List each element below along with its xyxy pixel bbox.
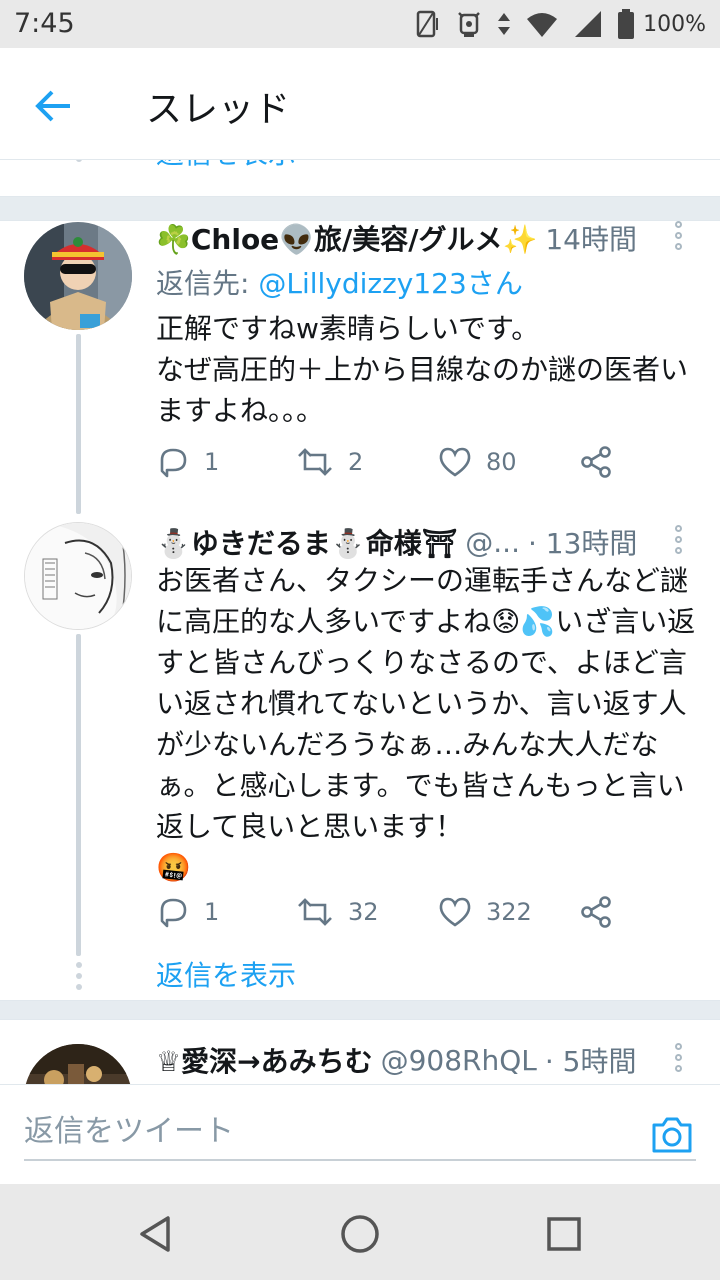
wifi-icon bbox=[527, 13, 558, 37]
thread-connector bbox=[76, 334, 81, 514]
battery-percent: 100% bbox=[643, 11, 706, 37]
page-title: スレッド bbox=[146, 89, 291, 130]
thread-connector bbox=[76, 634, 81, 956]
tweet-time: · 5時間 bbox=[544, 1045, 637, 1078]
tweet-header: ♕愛深→あみちむ @908RhQL · 5時間 bbox=[156, 1038, 640, 1082]
avatar[interactable] bbox=[24, 222, 132, 330]
tweet-actions: 1 32 322 bbox=[156, 890, 636, 934]
retweet-icon bbox=[298, 898, 332, 926]
reply-button[interactable]: 1 bbox=[156, 890, 219, 934]
arrow-left-icon bbox=[35, 90, 70, 122]
status-icons: 100% bbox=[411, 8, 706, 40]
like-count: 322 bbox=[486, 898, 532, 926]
share-icon bbox=[581, 896, 611, 928]
tweet-time: 14時間 bbox=[545, 223, 637, 256]
reply-count: 1 bbox=[204, 898, 220, 926]
author-handle[interactable]: @... bbox=[465, 526, 520, 559]
tweet-header: ☘️Chloe👽旅/美容/グルメ✨ 14時間 bbox=[156, 216, 640, 260]
alarm-icon bbox=[458, 12, 480, 37]
reply-to-user-link[interactable]: @Lillydizzy123さん bbox=[258, 267, 522, 300]
show-replies-link-previous[interactable]: 返信を表示 bbox=[156, 160, 296, 172]
battery-icon bbox=[618, 9, 635, 39]
data-arrows-icon bbox=[498, 13, 511, 35]
app-header: スレッド bbox=[0, 48, 720, 160]
author-name[interactable]: ⛄ゆきだるま⛄命様⛩ bbox=[156, 522, 457, 562]
home-circle-icon bbox=[341, 1215, 379, 1253]
retweet-icon bbox=[298, 448, 332, 476]
status-bar: 7:45 100% bbox=[0, 0, 720, 48]
avatar[interactable] bbox=[24, 1044, 132, 1084]
tweet-actions: 1 2 80 bbox=[156, 440, 636, 484]
author-name[interactable]: ♕愛深→あみちむ bbox=[156, 1040, 373, 1080]
more-options-button[interactable] bbox=[666, 218, 690, 258]
status-time: 7:45 bbox=[14, 8, 75, 39]
reply-composer bbox=[0, 1084, 720, 1184]
reply-input[interactable] bbox=[24, 1103, 696, 1161]
reply-count: 1 bbox=[204, 448, 220, 476]
back-button[interactable] bbox=[28, 82, 76, 130]
thread-dots bbox=[73, 962, 84, 995]
nav-back-button[interactable] bbox=[132, 1210, 180, 1258]
retweet-count: 2 bbox=[348, 448, 364, 476]
thread-dots bbox=[73, 160, 84, 167]
recents-square-icon bbox=[547, 1217, 581, 1251]
retweet-button[interactable]: 32 bbox=[296, 890, 379, 934]
tweet-text: お医者さん、タクシーの運転手さんなど謎に高圧的な人多いですよね😟💦いざ言い返すと… bbox=[156, 564, 696, 884]
author-name[interactable]: ☘️Chloe👽旅/美容/グルメ✨ bbox=[156, 218, 537, 258]
thread-timeline[interactable]: 返信を表示 ☘️Chloe👽旅/美容/グルメ✨ 14時間 bbox=[0, 160, 720, 1084]
more-options-button[interactable] bbox=[666, 522, 690, 562]
tweet-text: 正解ですねw素晴らしいです。 なぜ高圧的＋上から目線なのか謎の医者いますよね。。… bbox=[156, 312, 689, 427]
tweet-time: · 13時間 bbox=[527, 527, 638, 560]
like-button[interactable]: 80 bbox=[438, 440, 517, 484]
like-button[interactable]: 322 bbox=[438, 890, 532, 934]
reply-icon bbox=[160, 898, 187, 928]
nav-home-button[interactable] bbox=[336, 1210, 384, 1258]
retweet-button[interactable]: 2 bbox=[296, 440, 363, 484]
divider bbox=[0, 1019, 720, 1020]
reply-prefix: 返信先: bbox=[156, 267, 259, 300]
reply-icon bbox=[160, 448, 187, 478]
reply-button[interactable]: 1 bbox=[156, 440, 219, 484]
tweet-header: ⛄ゆきだるま⛄命様⛩ @... · 13時間 bbox=[156, 520, 640, 564]
section-gap bbox=[0, 1001, 720, 1019]
share-icon bbox=[581, 446, 611, 478]
share-button[interactable] bbox=[580, 440, 612, 484]
author-handle[interactable]: @908RhQL bbox=[381, 1044, 537, 1077]
reply-to-line: 返信先: @Lillydizzy123さん bbox=[156, 262, 523, 302]
nav-recents-button[interactable] bbox=[540, 1210, 588, 1258]
heart-icon bbox=[439, 897, 471, 927]
like-count: 80 bbox=[486, 448, 517, 476]
more-options-button[interactable] bbox=[666, 1040, 690, 1080]
avatar[interactable] bbox=[24, 522, 132, 630]
share-button[interactable] bbox=[580, 890, 612, 934]
heart-icon bbox=[439, 447, 471, 477]
retweet-count: 32 bbox=[348, 898, 379, 926]
signal-icon bbox=[575, 11, 602, 37]
vibrate-icon bbox=[416, 10, 439, 38]
system-navbar bbox=[0, 1184, 720, 1280]
back-triangle-icon bbox=[140, 1216, 170, 1252]
show-replies-link[interactable]: 返信を表示 bbox=[156, 954, 296, 994]
camera-button[interactable] bbox=[650, 1115, 694, 1155]
camera-icon bbox=[652, 1117, 692, 1153]
